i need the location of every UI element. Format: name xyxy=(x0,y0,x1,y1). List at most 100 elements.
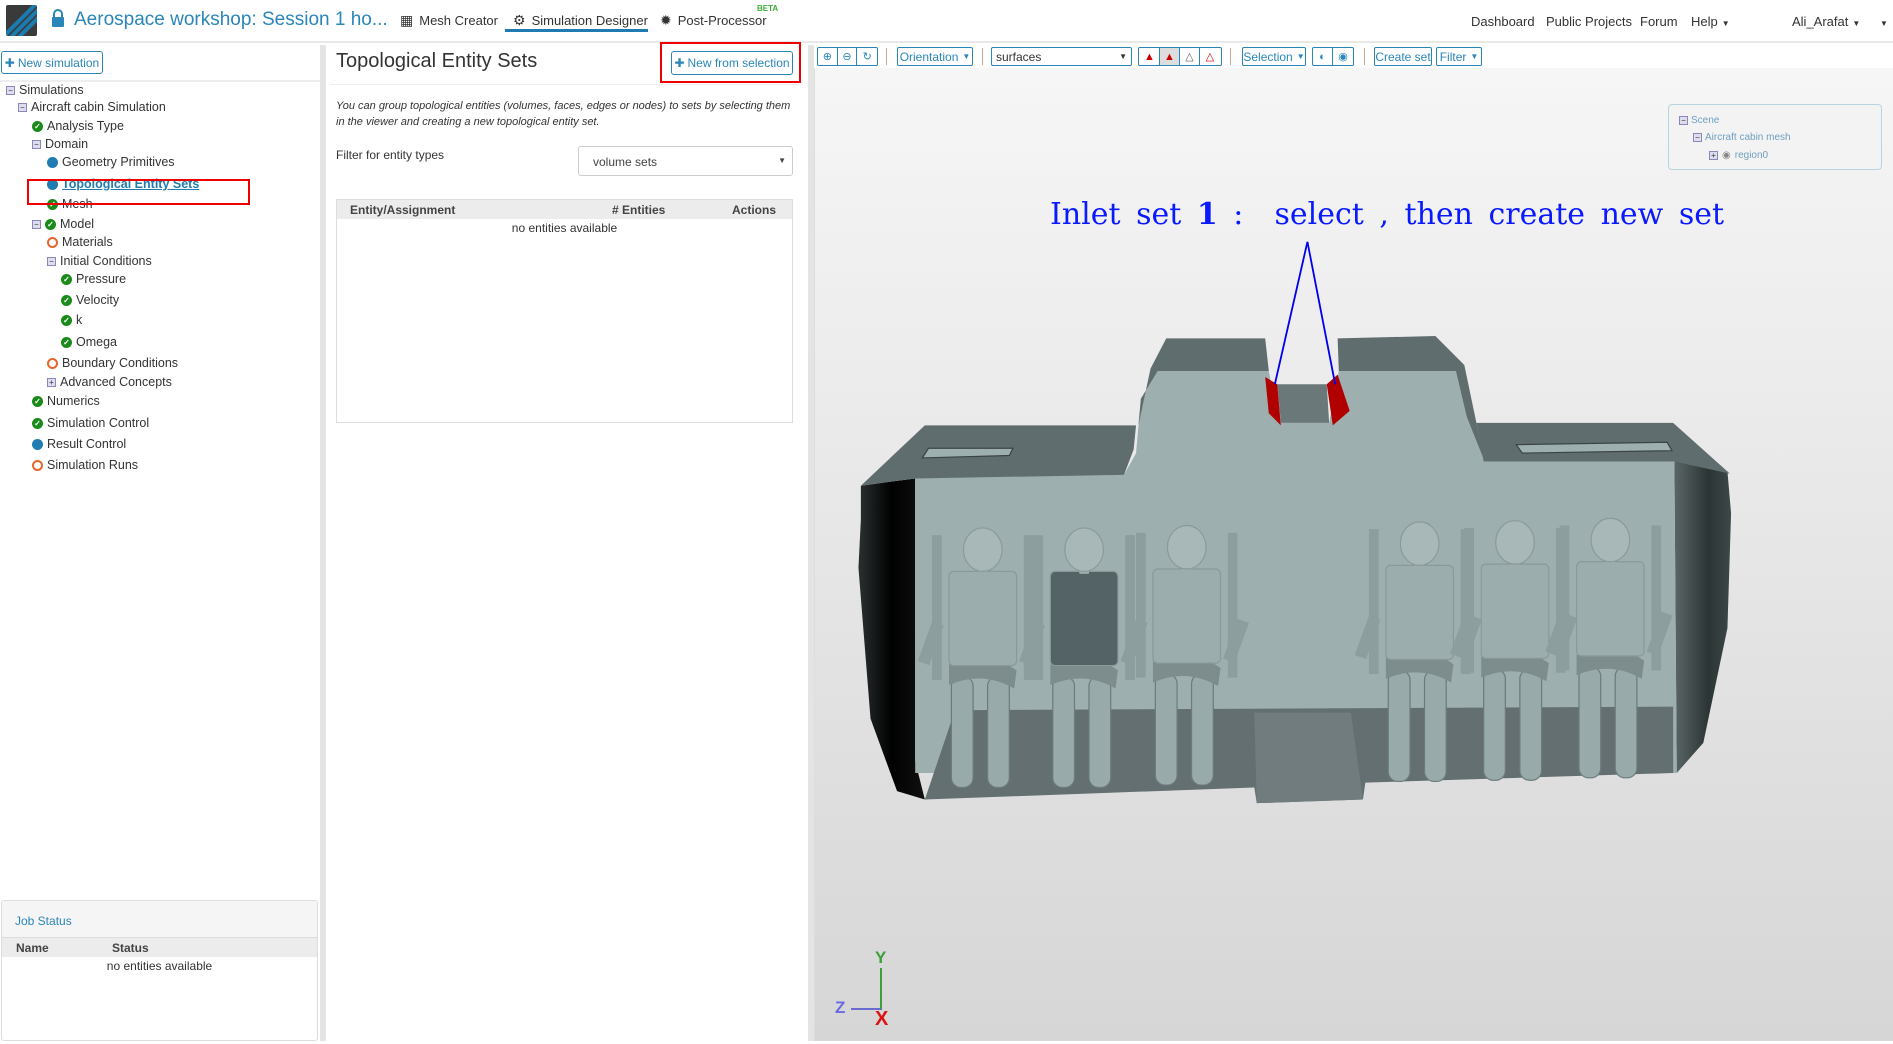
nav-help[interactable]: Help ▼ xyxy=(1691,14,1730,29)
project-title[interactable]: Aerospace workshop: Session 1 ho... xyxy=(74,9,388,31)
eye-icon[interactable]: ◉ xyxy=(1722,150,1731,161)
outline-icon[interactable]: △ xyxy=(1200,48,1220,65)
collapse-icon[interactable]: − xyxy=(1679,116,1688,125)
tree-item-label: Numerics xyxy=(47,394,100,408)
expand-icon[interactable]: + xyxy=(1709,151,1718,160)
leg xyxy=(1614,666,1638,779)
new-from-selection-button[interactable]: ✚ New from selection xyxy=(671,51,793,75)
tree-item[interactable]: − ✓ Model xyxy=(32,217,94,231)
tree-item[interactable]: ✓ Numerics xyxy=(32,394,100,408)
info-dot-icon xyxy=(47,156,58,168)
plus-icon: ✚ xyxy=(674,56,685,70)
zoom-in-icon[interactable]: ⊕ xyxy=(818,48,838,65)
new-simulation-button[interactable]: ✚ New simulation xyxy=(1,51,103,74)
tree-item-label: Domain xyxy=(45,137,89,151)
incomplete-circle-icon xyxy=(47,357,58,369)
beta-badge: BETA xyxy=(757,4,779,13)
scene-tree-panel: − Scene − Aircraft cabin mesh + ◉ region0 xyxy=(1668,104,1882,170)
toolbar-separator xyxy=(886,48,887,65)
tree-item[interactable]: Materials xyxy=(47,235,113,249)
solid-surface-icon[interactable]: ▲ xyxy=(1140,48,1160,65)
3d-viewer[interactable]: Inlet set 1 : select , then create new s… xyxy=(814,68,1893,1041)
extra-menu[interactable]: ▼ xyxy=(1876,14,1888,29)
divider xyxy=(330,84,800,85)
app-logo[interactable] xyxy=(6,5,37,36)
wireframe-icon[interactable]: △ xyxy=(1180,48,1200,65)
show-icon[interactable]: ◉ xyxy=(1333,48,1353,65)
visibility-controls: ◐ ◉ xyxy=(1312,47,1354,66)
right-vent xyxy=(1515,441,1673,454)
tree-item-label: Materials xyxy=(62,235,113,249)
tree-item[interactable]: − Simulations xyxy=(6,83,84,97)
nav-mesh-creator[interactable]: ▦ Mesh Creator xyxy=(400,12,498,29)
tree-item[interactable]: + Advanced Concepts xyxy=(47,375,172,389)
tree-item[interactable]: − Domain xyxy=(32,137,88,151)
orientation-dropdown[interactable]: Orientation ▼ xyxy=(897,47,973,66)
tree-item[interactable]: Simulation Runs xyxy=(32,458,138,472)
lock-icon xyxy=(52,9,64,27)
tree-item[interactable]: ✓ Analysis Type xyxy=(32,119,124,133)
description: You can group topological entities (volu… xyxy=(336,100,791,128)
filter-dropdown[interactable]: Filter ▼ xyxy=(1436,47,1482,66)
expand-icon[interactable]: + xyxy=(47,377,56,387)
create-set-button[interactable]: Create set xyxy=(1374,47,1432,66)
nav-forum[interactable]: Forum xyxy=(1640,14,1678,29)
tree-item[interactable]: ✓ Pressure xyxy=(61,272,126,286)
collapse-icon[interactable]: − xyxy=(18,102,27,112)
scene-root[interactable]: − Scene xyxy=(1679,115,1719,126)
collapse-icon[interactable]: − xyxy=(32,219,41,229)
hide-icon[interactable]: ◐ xyxy=(1313,48,1333,65)
torso xyxy=(1575,561,1645,657)
sidebar-splitter[interactable] xyxy=(320,45,326,1041)
tree-item[interactable]: − Initial Conditions xyxy=(47,254,152,268)
collapse-icon[interactable]: − xyxy=(6,85,15,95)
tree-item[interactable]: ✓ Simulation Control xyxy=(32,416,149,430)
nav-post-processor[interactable]: ✹ Post-Processor xyxy=(660,12,767,29)
scene-region[interactable]: + ◉ region0 xyxy=(1709,150,1768,161)
render-mode-select[interactable]: surfaces ▼ xyxy=(991,47,1132,66)
head xyxy=(1590,517,1631,563)
zoom-out-icon[interactable]: ⊖ xyxy=(838,48,858,65)
seat-back xyxy=(1136,532,1146,678)
check-circle-icon: ✓ xyxy=(45,218,56,230)
collapse-icon[interactable]: − xyxy=(47,256,56,266)
aisle xyxy=(1254,712,1363,804)
check-circle-icon: ✓ xyxy=(61,314,72,326)
tree-item-label: k xyxy=(76,313,83,327)
nav-public-projects[interactable]: Public Projects xyxy=(1546,14,1632,29)
job-status-table: Name Status no entities available xyxy=(2,938,317,975)
tree-item[interactable]: ✓ k xyxy=(61,313,82,327)
collapse-icon[interactable]: − xyxy=(1693,133,1702,142)
active-tab-indicator xyxy=(505,29,648,32)
job-status-panel: Job Status Name Status no entities availa… xyxy=(1,900,318,1041)
check-circle-icon: ✓ xyxy=(61,294,72,306)
column-entities: # Entities xyxy=(612,200,732,219)
surface-edges-icon[interactable]: ▲ xyxy=(1160,48,1180,65)
selection-dropdown[interactable]: Selection ▼ xyxy=(1242,47,1306,66)
annotation-line xyxy=(1306,241,1337,385)
tree-item-label: Initial Conditions xyxy=(60,254,152,268)
right-shell xyxy=(1674,459,1732,774)
seat-back xyxy=(932,535,942,681)
filter-label: Filter for entity types xyxy=(336,148,445,162)
user-menu[interactable]: Ali_Arafat ▼ xyxy=(1792,14,1860,29)
tree-item[interactable]: − Aircraft cabin Simulation xyxy=(18,100,166,114)
tree-item[interactable]: ✓ Velocity xyxy=(61,293,119,307)
tree-item[interactable]: Result Control xyxy=(32,437,126,451)
reset-view-icon[interactable]: ↻ xyxy=(857,48,877,65)
scene-mesh[interactable]: − Aircraft cabin mesh xyxy=(1693,132,1791,143)
collapse-icon[interactable]: − xyxy=(32,139,41,149)
nav-dashboard[interactable]: Dashboard xyxy=(1471,14,1535,29)
toolbar-separator xyxy=(982,48,983,65)
caret-down-icon: ▼ xyxy=(1721,19,1730,28)
tree-item[interactable]: Geometry Primitives xyxy=(47,155,175,169)
nav-simulation-designer[interactable]: ⚙ Simulation Designer xyxy=(513,12,648,29)
tree-item[interactable]: ✓ Omega xyxy=(61,335,117,349)
caret-down-icon: ▼ xyxy=(1296,52,1305,61)
tree-item[interactable]: Boundary Conditions xyxy=(47,356,178,370)
axis-triad: Y Z X xyxy=(835,948,905,1030)
check-circle-icon: ✓ xyxy=(61,273,72,285)
entity-type-filter-select[interactable]: volume sets ▼ xyxy=(578,146,793,176)
tree-item-label: Simulation Runs xyxy=(47,458,139,472)
leg xyxy=(1578,666,1602,779)
